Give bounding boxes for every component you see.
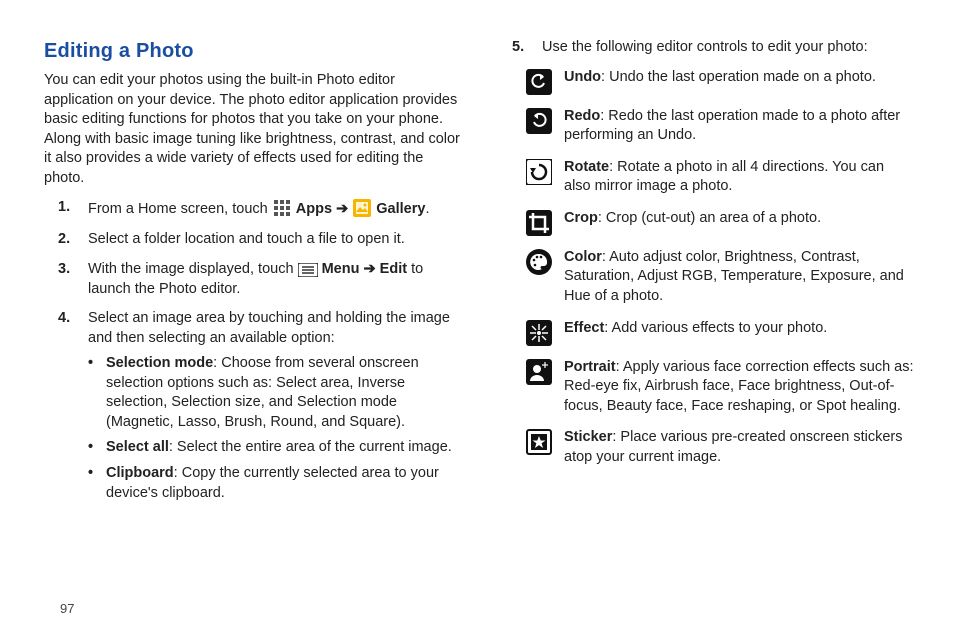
- right-column: Use the following editor controls to edi…: [498, 38, 914, 616]
- arrow-1: ➔: [336, 201, 352, 217]
- apps-label: Apps: [296, 201, 332, 217]
- portrait-label: Portrait: [564, 359, 616, 375]
- step1-pre: From a Home screen, touch: [88, 201, 272, 217]
- left-column: Editing a Photo You can edit your photos…: [44, 38, 460, 616]
- menu-label: Menu: [322, 261, 360, 277]
- gallery-icon: [352, 198, 372, 218]
- arrow-2: ➔: [363, 261, 379, 277]
- sticker-text-block: Sticker: Place various pre-created onscr…: [564, 428, 914, 467]
- control-crop: Crop: Crop (cut-out) an area of a photo.: [526, 209, 914, 236]
- page-number: 97: [60, 600, 74, 618]
- bullet-select-all: Select all: Select the entire area of th…: [88, 438, 460, 458]
- undo-text-block: Undo: Undo the last operation made on a …: [564, 68, 914, 88]
- control-effect: Effect: Add various effects to your phot…: [526, 319, 914, 346]
- control-rotate: Rotate: Rotate a photo in all 4 directio…: [526, 158, 914, 197]
- step4-text: Select an image area by touching and hol…: [88, 310, 450, 346]
- gallery-label: Gallery: [376, 201, 425, 217]
- step-1: From a Home screen, touch Apps ➔: [88, 198, 460, 220]
- menu-icon: [298, 260, 318, 280]
- step-3: With the image displayed, touch Menu ➔ E…: [88, 260, 460, 300]
- portrait-text-block: Portrait: Apply various face correction …: [564, 358, 914, 417]
- color-icon: [526, 249, 552, 275]
- step-2: Select a folder location and touch a fil…: [88, 230, 460, 250]
- sticker-desc: : Place various pre-created onscreen sti…: [564, 429, 903, 465]
- steps-list-left: From a Home screen, touch Apps ➔: [44, 198, 460, 503]
- section-heading: Editing a Photo: [44, 38, 460, 65]
- step5-text: Use the following editor controls to edi…: [542, 39, 868, 55]
- document-page: Editing a Photo You can edit your photos…: [0, 0, 954, 636]
- bullet-selection-mode: Selection mode: Choose from several onsc…: [88, 354, 460, 432]
- intro-paragraph: You can edit your photos using the built…: [44, 71, 460, 188]
- effect-text-block: Effect: Add various effects to your phot…: [564, 319, 914, 339]
- step4-bullets: Selection mode: Choose from several onsc…: [88, 354, 460, 503]
- step1-post: .: [425, 201, 429, 217]
- crop-icon: [526, 210, 552, 236]
- redo-icon: [526, 108, 552, 134]
- undo-icon: [526, 69, 552, 95]
- sel-all-label: Select all: [106, 439, 169, 455]
- control-portrait: Portrait: Apply various face correction …: [526, 358, 914, 417]
- steps-list-right: Use the following editor controls to edi…: [498, 38, 914, 58]
- step-5: Use the following editor controls to edi…: [542, 38, 914, 58]
- rotate-icon: [526, 159, 552, 185]
- sel-all-text: : Select the entire area of the current …: [169, 439, 452, 455]
- portrait-desc: : Apply various face correction effects …: [564, 359, 914, 414]
- portrait-icon: [526, 359, 552, 385]
- apps-icon: [272, 198, 292, 218]
- effect-desc: : Add various effects to your photo.: [604, 320, 827, 336]
- rotate-desc: : Rotate a photo in all 4 directions. Yo…: [564, 159, 884, 195]
- undo-label: Undo: [564, 69, 601, 85]
- redo-desc: : Redo the last operation made to a phot…: [564, 108, 900, 144]
- crop-desc: : Crop (cut-out) an area of a photo.: [598, 210, 821, 226]
- color-desc: : Auto adjust color, Brightness, Contras…: [564, 249, 904, 304]
- control-sticker: Sticker: Place various pre-created onscr…: [526, 428, 914, 467]
- undo-desc: : Undo the last operation made on a phot…: [601, 69, 876, 85]
- crop-label: Crop: [564, 210, 598, 226]
- rotate-text-block: Rotate: Rotate a photo in all 4 directio…: [564, 158, 914, 197]
- step-4: Select an image area by touching and hol…: [88, 309, 460, 503]
- effect-icon: [526, 320, 552, 346]
- color-label: Color: [564, 249, 602, 265]
- sticker-label: Sticker: [564, 429, 612, 445]
- sticker-icon: [526, 429, 552, 455]
- color-text-block: Color: Auto adjust color, Brightness, Co…: [564, 248, 914, 307]
- redo-text-block: Redo: Redo the last operation made to a …: [564, 107, 914, 146]
- effect-label: Effect: [564, 320, 604, 336]
- control-color: Color: Auto adjust color, Brightness, Co…: [526, 248, 914, 307]
- editor-controls: Undo: Undo the last operation made on a …: [498, 68, 914, 468]
- sel-mode-label: Selection mode: [106, 355, 213, 371]
- control-undo: Undo: Undo the last operation made on a …: [526, 68, 914, 95]
- step3-pre: With the image displayed, touch: [88, 261, 298, 277]
- rotate-label: Rotate: [564, 159, 609, 175]
- crop-text-block: Crop: Crop (cut-out) an area of a photo.: [564, 209, 914, 229]
- bullet-clipboard: Clipboard: Copy the currently selected a…: [88, 464, 460, 503]
- control-redo: Redo: Redo the last operation made to a …: [526, 107, 914, 146]
- clip-label: Clipboard: [106, 465, 174, 481]
- redo-label: Redo: [564, 108, 600, 124]
- edit-label: Edit: [380, 261, 407, 277]
